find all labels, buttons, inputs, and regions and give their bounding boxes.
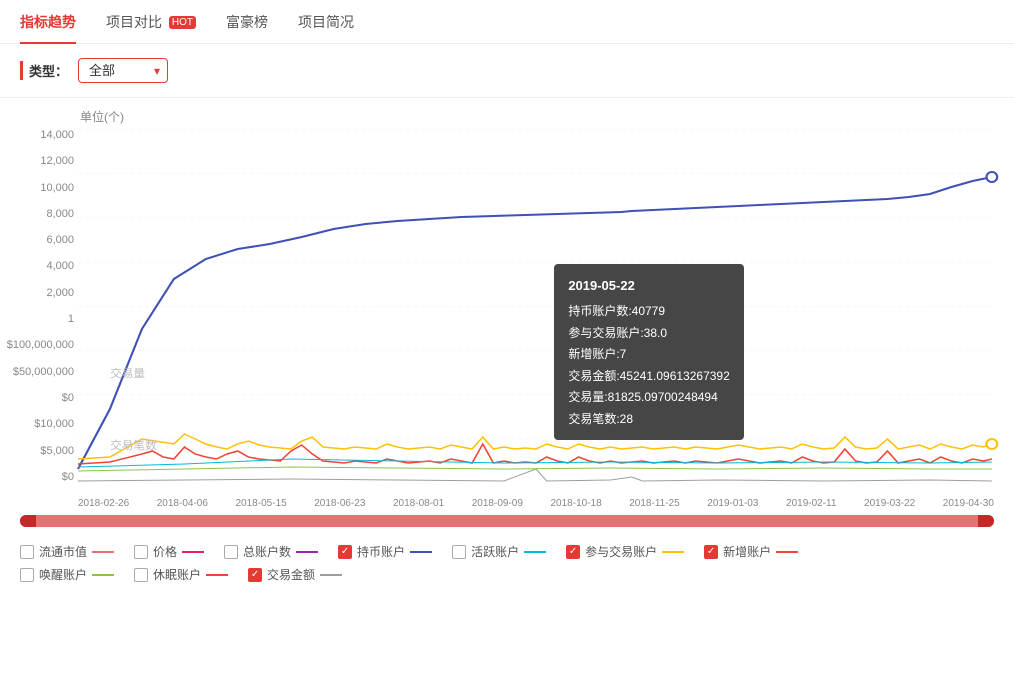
legend-checkbox-jiage[interactable] bbox=[134, 545, 148, 559]
legend-liutong[interactable]: 流通市值 bbox=[20, 543, 114, 560]
chart-container: 单位(个) 14,000 12,000 10,000 8,000 6,000 4… bbox=[0, 98, 1014, 509]
legend-label-xinzeng: 新增账户 bbox=[723, 543, 771, 560]
legend-checkbox-huanxing[interactable] bbox=[20, 568, 34, 582]
top-navigation: 指标趋势 项目对比 HOT 富豪榜 项目简况 bbox=[0, 0, 1014, 44]
legend-line-xinzeng bbox=[776, 551, 798, 553]
y-axis-left: 14,000 12,000 10,000 8,000 6,000 4,000 2… bbox=[20, 129, 78, 483]
filter-label: 类型： bbox=[20, 61, 68, 80]
legend-line-liutong bbox=[92, 551, 114, 553]
legend-row-2: 唤醒账户 休眠账户 交易金额 bbox=[20, 566, 994, 583]
hot-badge: HOT bbox=[169, 16, 196, 29]
nav-item-jiankuang[interactable]: 项目简况 bbox=[298, 0, 354, 44]
scrollbar-row bbox=[0, 509, 1014, 533]
type-select-wrapper[interactable]: 全部 主网 侧链 bbox=[78, 58, 168, 83]
chart-inner: 交易量 交易笔数 2019-05-22 持币账户数:40779 参与交易账户:3… bbox=[78, 129, 994, 483]
nav-item-duibi[interactable]: 项目对比 HOT bbox=[106, 0, 196, 44]
canjia-dot bbox=[987, 439, 998, 449]
scrollbar-handle-left[interactable] bbox=[20, 515, 36, 527]
scrollbar-handle-right[interactable] bbox=[978, 515, 994, 527]
chart-unit-label: 单位(个) bbox=[80, 108, 994, 125]
scrollbar-thumb[interactable] bbox=[20, 515, 994, 527]
legend-line-zhanghushu bbox=[296, 551, 318, 553]
legend-label-xiumi: 休眠账户 bbox=[153, 566, 201, 583]
legend-line-chibi bbox=[410, 551, 432, 553]
legend-area: 流通市值 价格 总账户数 持币账户 活跃账户 参与 bbox=[0, 533, 1014, 595]
scrollbar-track[interactable] bbox=[20, 515, 994, 527]
legend-label-zhanghushu: 总账户数 bbox=[243, 543, 291, 560]
legend-label-chibi: 持币账户 bbox=[357, 543, 405, 560]
legend-label-huoyue: 活跃账户 bbox=[471, 543, 519, 560]
filter-row: 类型： 全部 主网 侧链 bbox=[0, 44, 1014, 98]
jiaoyibishu-label: 交易笔数 bbox=[110, 438, 158, 452]
jiaoyiliang-label: 交易量 bbox=[110, 366, 145, 380]
legend-checkbox-xiumi[interactable] bbox=[134, 568, 148, 582]
legend-label-jiage: 价格 bbox=[153, 543, 177, 560]
legend-row-1: 流通市值 价格 总账户数 持币账户 活跃账户 参与 bbox=[20, 543, 994, 560]
legend-jiaoyijine[interactable]: 交易金额 bbox=[248, 566, 342, 583]
legend-label-jiaoyijine: 交易金额 bbox=[267, 566, 315, 583]
legend-zhanghushu[interactable]: 总账户数 bbox=[224, 543, 318, 560]
x-axis-labels: 2018-02-26 2018-04-06 2018-05-15 2018-06… bbox=[78, 498, 994, 509]
legend-huoyue[interactable]: 活跃账户 bbox=[452, 543, 546, 560]
chart-area: 14,000 12,000 10,000 8,000 6,000 4,000 2… bbox=[20, 129, 994, 509]
legend-line-jiaoyijine bbox=[320, 574, 342, 576]
legend-checkbox-chibi[interactable] bbox=[338, 545, 352, 559]
legend-checkbox-huoyue[interactable] bbox=[452, 545, 466, 559]
legend-canjia[interactable]: 参与交易账户 bbox=[566, 543, 684, 560]
legend-jiage[interactable]: 价格 bbox=[134, 543, 204, 560]
legend-label-huanxing: 唤醒账户 bbox=[39, 566, 87, 583]
legend-checkbox-canjia[interactable] bbox=[566, 545, 580, 559]
legend-checkbox-zhanghushu[interactable] bbox=[224, 545, 238, 559]
legend-line-huoyue bbox=[524, 551, 546, 553]
nav-item-fuhao[interactable]: 富豪榜 bbox=[226, 0, 268, 44]
type-select[interactable]: 全部 主网 侧链 bbox=[78, 58, 168, 83]
chibi-dot bbox=[987, 172, 998, 182]
legend-label-liutong: 流通市值 bbox=[39, 543, 87, 560]
legend-checkbox-liutong[interactable] bbox=[20, 545, 34, 559]
legend-checkbox-jiaoyijine[interactable] bbox=[248, 568, 262, 582]
legend-checkbox-xinzeng[interactable] bbox=[704, 545, 718, 559]
nav-item-zhibiao[interactable]: 指标趋势 bbox=[20, 0, 76, 44]
legend-line-jiage bbox=[182, 551, 204, 553]
chart-svg: 交易量 交易笔数 bbox=[78, 129, 994, 483]
legend-xiumi[interactable]: 休眠账户 bbox=[134, 566, 228, 583]
legend-xinzeng[interactable]: 新增账户 bbox=[704, 543, 798, 560]
legend-label-canjia: 参与交易账户 bbox=[585, 543, 657, 560]
legend-line-huanxing bbox=[92, 574, 114, 576]
legend-huanxing[interactable]: 唤醒账户 bbox=[20, 566, 114, 583]
legend-line-canjia bbox=[662, 551, 684, 553]
legend-chibi[interactable]: 持币账户 bbox=[338, 543, 432, 560]
legend-line-xiumi bbox=[206, 574, 228, 576]
